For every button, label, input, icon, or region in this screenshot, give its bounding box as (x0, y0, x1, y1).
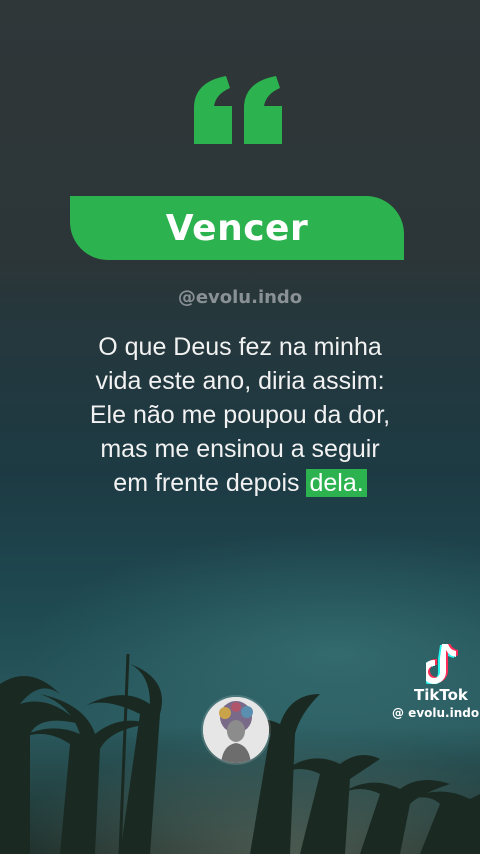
tiktok-brand-label: TikTok (414, 686, 468, 704)
avatar[interactable] (203, 697, 269, 763)
tiktok-note-icon (426, 644, 458, 684)
quote-line: vida este ano, diria assim: (95, 367, 385, 395)
quote-line: mas me ensinou a seguir (100, 435, 380, 463)
quote-line-prefix: em frente depois (113, 469, 307, 497)
video-frame: Vencer @evolu.indo O que Deus fez na min… (0, 0, 480, 854)
quote-line-last: em frente depois dela. (40, 466, 440, 500)
quote-line: O que Deus fez na minha (98, 333, 382, 361)
quote-title: Vencer (165, 207, 309, 249)
title-banner: Vencer (70, 196, 404, 260)
tiktok-username: @ evolu.indo (392, 706, 480, 720)
quote-mark-icon (194, 76, 282, 144)
quote-line: Ele não me poupou da dor, (89, 401, 391, 429)
avatar-portrait-icon (203, 697, 269, 763)
quote-text: O que Deus fez na minha vida este ano, d… (40, 330, 440, 500)
highlighted-word: dela. (306, 469, 367, 497)
author-handle: @evolu.indo (177, 287, 303, 308)
